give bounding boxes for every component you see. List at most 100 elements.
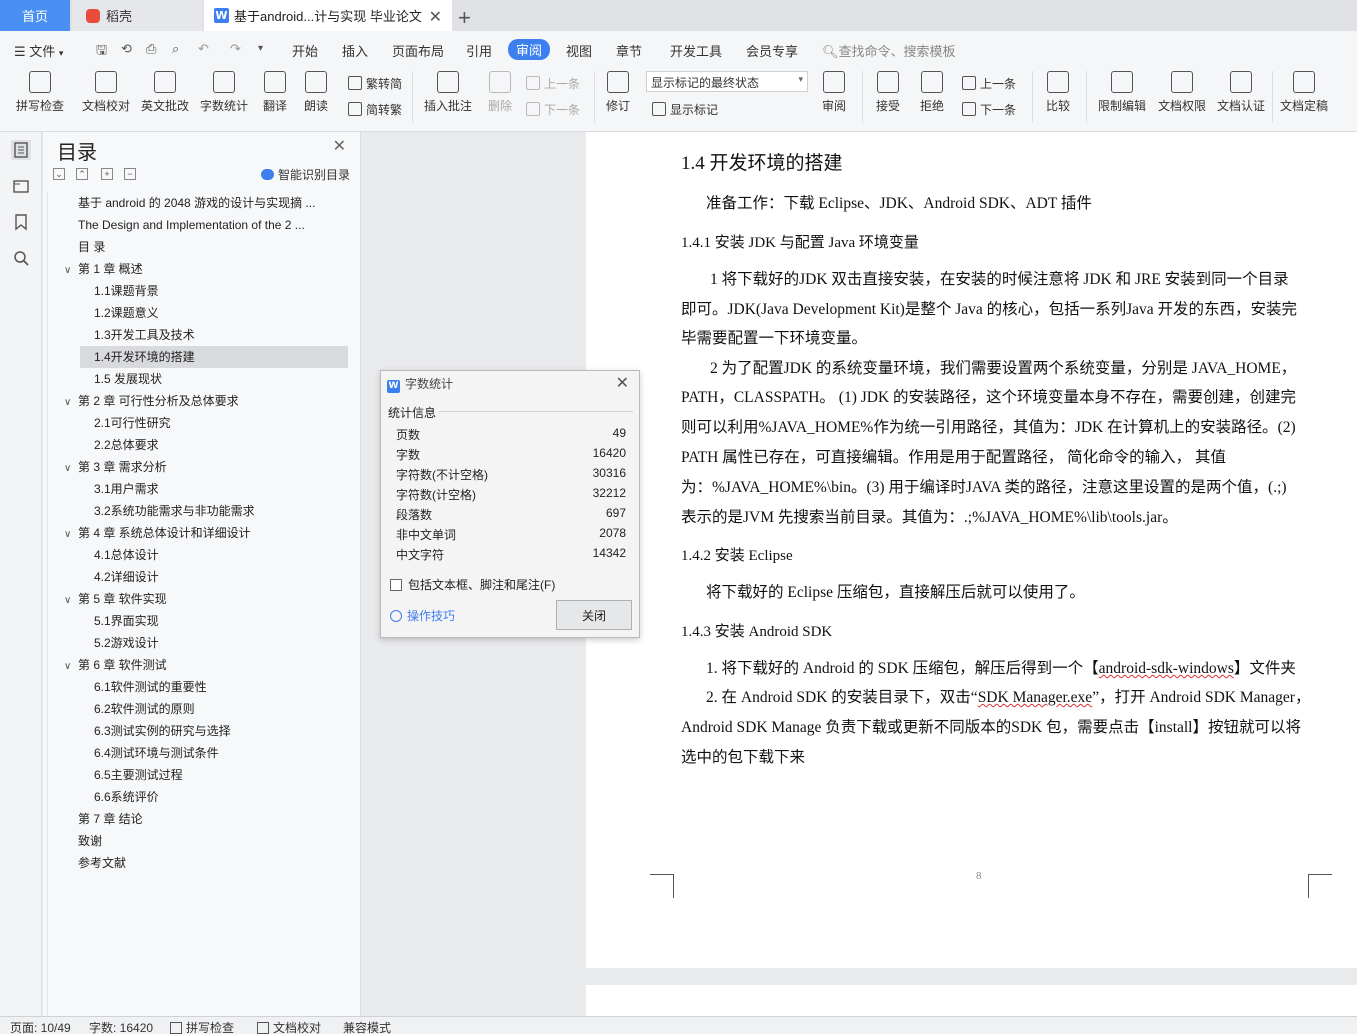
add-item-icon[interactable]: +	[101, 168, 113, 180]
toc-item[interactable]: 4.2详细设计	[80, 566, 348, 588]
delete-comment-button[interactable]: 删除	[480, 65, 520, 114]
prev-change-button[interactable]: 上一条	[962, 75, 1016, 92]
next-document-page[interactable]	[586, 985, 1357, 1016]
quick-access-dropdown-icon[interactable]: ▾	[258, 43, 263, 54]
menu-dev-tools[interactable]: 开发工具	[670, 41, 722, 60]
menu-start[interactable]: 开始	[292, 41, 318, 60]
english-correct-button[interactable]: 英文批改	[137, 65, 193, 114]
chevron-down-icon[interactable]: ∨	[64, 392, 78, 412]
toc-item[interactable]: 目 录	[64, 236, 348, 258]
bookmark-icon[interactable]	[11, 212, 31, 232]
undo-history-icon[interactable]: ⟲	[121, 41, 132, 57]
undo-icon[interactable]: ↶	[198, 41, 209, 57]
toc-item[interactable]: ∨ 第 5 章 软件实现	[64, 588, 348, 610]
include-textbox-checkbox[interactable]: 包括文本框、脚注和尾注(F)	[390, 576, 555, 593]
next-comment-button[interactable]: 下一条	[526, 101, 580, 118]
toc-item[interactable]: ∨ 第 4 章 系统总体设计和详细设计	[64, 522, 348, 544]
close-icon[interactable]: ✕	[333, 136, 346, 156]
page-indicator[interactable]: 页面: 10/49	[10, 1019, 71, 1034]
close-icon[interactable]: ✕	[616, 373, 629, 393]
close-button[interactable]: 关闭	[556, 600, 632, 630]
markup-state-select[interactable]: 显示标记的最终状态 ▾	[646, 71, 808, 92]
compare-button[interactable]: 比较	[1040, 65, 1076, 114]
toc-item[interactable]: ∨ 第 6 章 软件测试	[64, 654, 348, 676]
expand-up-icon[interactable]: ⌃	[76, 168, 88, 180]
remove-item-icon[interactable]: −	[124, 168, 136, 180]
print-icon[interactable]: ⎙	[146, 41, 156, 57]
print-preview-icon[interactable]: ⌕	[172, 41, 179, 57]
menu-view[interactable]: 视图	[566, 41, 592, 60]
toc-item[interactable]: 6.3测试实例的研究与选择	[80, 720, 348, 742]
toc-item[interactable]: 参考文献	[64, 852, 348, 874]
toc-item[interactable]: 致谢	[64, 830, 348, 852]
toc-item[interactable]: ∨ 第 1 章 概述	[64, 258, 348, 280]
menu-reference[interactable]: 引用	[466, 41, 492, 60]
toc-item[interactable]: 1.3开发工具及技术	[80, 324, 348, 346]
menu-member[interactable]: 会员专享	[746, 41, 798, 60]
close-tab-icon[interactable]: ✕	[429, 7, 442, 27]
next-change-button[interactable]: 下一条	[962, 101, 1016, 118]
chevron-down-icon[interactable]: ∨	[64, 260, 78, 280]
chapter-nav-icon[interactable]	[11, 176, 31, 196]
chevron-down-icon[interactable]: ∨	[64, 590, 78, 610]
toc-item[interactable]: ∨ 第 3 章 需求分析	[64, 456, 348, 478]
toc-item[interactable]: 2.2总体要求	[80, 434, 348, 456]
toc-item[interactable]: 1.1课题背景	[80, 280, 348, 302]
tab-home[interactable]: 首页	[0, 0, 70, 31]
toc-item[interactable]: The Design and Implementation of the 2 .…	[64, 214, 348, 236]
simp-to-trad-button[interactable]: 简转繁	[348, 101, 402, 118]
file-menu[interactable]: ☰ 文件 ▾	[14, 41, 63, 60]
menu-chapter[interactable]: 章节	[616, 41, 642, 60]
chevron-down-icon[interactable]: ∨	[64, 656, 78, 676]
doc-permission-button[interactable]: 文档权限	[1154, 65, 1210, 114]
track-changes-button[interactable]: 修订	[600, 65, 636, 114]
show-markup-button[interactable]: 显示标记	[652, 101, 718, 118]
accept-button[interactable]: 接受	[870, 65, 906, 114]
word-count-button[interactable]: 字数统计	[196, 65, 252, 114]
read-aloud-button[interactable]: 朗读	[298, 65, 334, 114]
restrict-edit-button[interactable]: 限制编辑	[1094, 65, 1150, 114]
chevron-down-icon[interactable]: ∨	[64, 524, 78, 544]
menu-page-layout[interactable]: 页面布局	[392, 41, 444, 60]
toc-item[interactable]: 3.1用户需求	[80, 478, 348, 500]
tab-daoke[interactable]: 稻壳	[72, 0, 202, 31]
translate-button[interactable]: 翻译	[256, 65, 294, 114]
toc-item[interactable]: 基于 android 的 2048 游戏的设计与实现摘 ...	[64, 192, 348, 214]
toc-item[interactable]: 5.1界面实现	[80, 610, 348, 632]
collapse-all-icon[interactable]: ⌄	[53, 168, 65, 180]
smart-toc-button[interactable]: 智能识别目录	[261, 166, 350, 183]
save-icon[interactable]: 🖫	[96, 41, 107, 63]
review-pane-button[interactable]: 审阅	[816, 65, 852, 114]
toc-panel-icon[interactable]	[11, 140, 31, 160]
doc-cert-button[interactable]: 文档认证	[1213, 65, 1269, 114]
toc-item[interactable]: 1.4开发环境的搭建	[80, 346, 348, 368]
toc-item[interactable]: ∨ 第 2 章 可行性分析及总体要求	[64, 390, 348, 412]
command-search[interactable]: 🔍︎查找命令、搜索模板	[822, 41, 956, 60]
toc-item[interactable]: 6.2软件测试的原则	[80, 698, 348, 720]
tab-document[interactable]: W 基于android...计与实现 毕业论文 ✕	[204, 0, 452, 31]
menu-review[interactable]: 审阅	[508, 39, 551, 60]
toc-item[interactable]: 6.5主要测试过程	[80, 764, 348, 786]
redo-icon[interactable]: ↷	[230, 41, 241, 57]
search-icon[interactable]	[11, 248, 31, 268]
toc-item[interactable]: 第 7 章 结论	[64, 808, 348, 830]
toc-item[interactable]: 3.2系统功能需求与非功能需求	[80, 500, 348, 522]
toc-item[interactable]: 6.1软件测试的重要性	[80, 676, 348, 698]
reject-button[interactable]: 拒绝	[914, 65, 950, 114]
toc-item[interactable]: 2.1可行性研究	[80, 412, 348, 434]
insert-comment-button[interactable]: 插入批注	[420, 65, 476, 114]
toc-item[interactable]: 6.4测试环境与测试条件	[80, 742, 348, 764]
new-tab-button[interactable]: +	[458, 2, 471, 33]
doc-proof-button[interactable]: 文档校对	[78, 65, 134, 114]
tips-link[interactable]: 操作技巧	[390, 607, 455, 624]
toc-item[interactable]: 4.1总体设计	[80, 544, 348, 566]
toc-item[interactable]: 5.2游戏设计	[80, 632, 348, 654]
toc-item[interactable]: 1.2课题意义	[80, 302, 348, 324]
trad-to-simp-button[interactable]: 繁转简	[348, 75, 402, 92]
doc-final-button[interactable]: 文档定稿	[1276, 65, 1332, 114]
toc-item[interactable]: 6.6系统评价	[80, 786, 348, 808]
status-doc-proof[interactable]: 文档校对	[257, 1019, 321, 1034]
toc-item[interactable]: 1.5 发展现状	[80, 368, 348, 390]
spell-check-button[interactable]: 拼写检查	[10, 65, 70, 114]
chevron-down-icon[interactable]: ∨	[64, 458, 78, 478]
